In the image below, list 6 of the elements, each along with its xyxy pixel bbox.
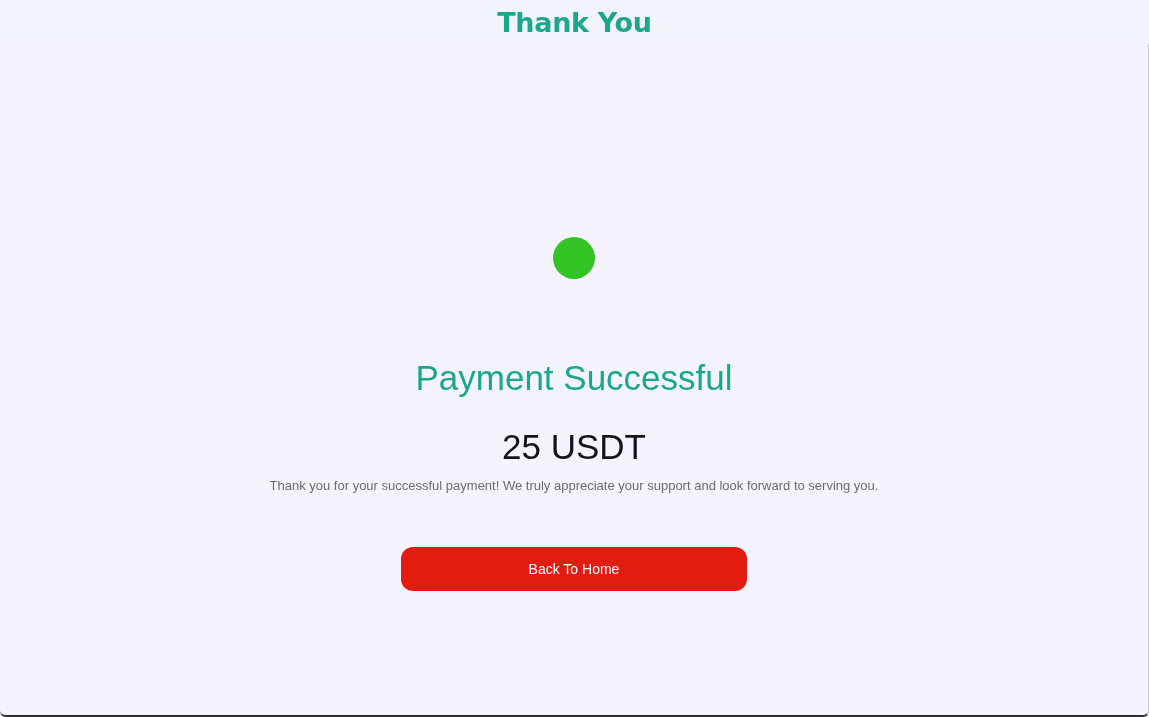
thank-you-message: Thank you for your successful payment! We truly appreciate your support and look forward to serving you.: [269, 477, 879, 495]
status-dot-icon: [553, 237, 595, 279]
success-heading: Payment Successful: [415, 357, 733, 399]
page-title: Thank You: [497, 6, 652, 38]
back-to-home-button[interactable]: Back To Home: [401, 547, 747, 591]
payment-amount: 25 USDT: [502, 426, 646, 468]
